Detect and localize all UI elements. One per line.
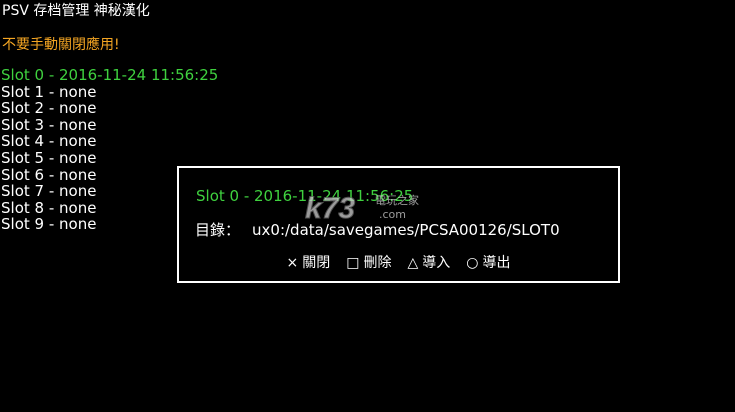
delete-action[interactable]: □ 刪除 <box>346 254 391 272</box>
slot-item-0[interactable]: Slot 0 - 2016-11-24 11:56:25 <box>1 67 218 84</box>
square-icon: □ <box>346 255 360 271</box>
slot-item-4[interactable]: Slot 4 - none <box>1 133 218 150</box>
cross-icon: × <box>286 255 299 271</box>
path-label: 目錄： <box>195 221 241 239</box>
dialog-path-row: 目錄： ux0:/data/savegames/PCSA00126/SLOT0 <box>195 220 560 240</box>
export-label: 導出 <box>482 255 511 271</box>
dialog-slot-title: Slot 0 - 2016-11-24 11:56:25 <box>196 187 414 205</box>
triangle-icon: △ <box>407 255 419 271</box>
close-label: 關閉 <box>302 255 331 271</box>
import-action[interactable]: △ 導入 <box>407 254 450 272</box>
app-title: PSV 存档管理 神秘漢化 <box>2 3 150 19</box>
dialog-actions: × 關閉 □ 刪除 △ 導入 ○ 導出 <box>179 254 618 272</box>
slot-item-1[interactable]: Slot 1 - none <box>1 83 218 101</box>
delete-label: 刪除 <box>363 255 392 271</box>
path-value: ux0:/data/savegames/PCSA00126/SLOT0 <box>252 221 560 239</box>
slot-detail-dialog: Slot 0 - 2016-11-24 11:56:25 目錄： ux0:/dat… <box>177 166 620 283</box>
circle-icon: ○ <box>466 255 479 271</box>
export-action[interactable]: ○ 導出 <box>466 254 510 272</box>
close-action[interactable]: × 關閉 <box>287 254 331 272</box>
slot-item-5[interactable]: Slot 5 - none <box>1 150 218 167</box>
warning-text: 不要手動關閉應用! <box>2 37 120 53</box>
slot-item-3[interactable]: Slot 3 - none <box>1 117 218 134</box>
import-label: 導入 <box>422 255 451 271</box>
slot-item-2[interactable]: Slot 2 - none <box>1 100 218 117</box>
